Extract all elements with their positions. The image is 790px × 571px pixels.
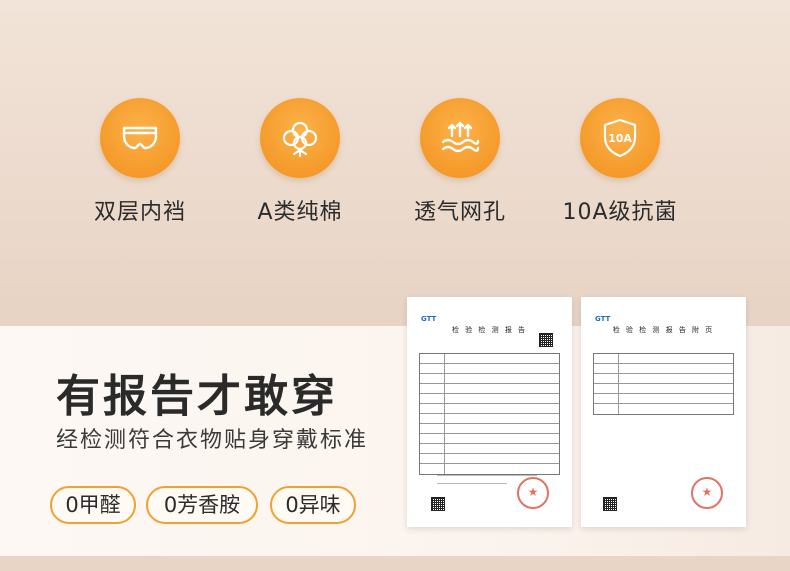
badge-zero-formaldehyde: 0甲醛	[50, 486, 136, 524]
report-table	[419, 353, 560, 475]
feature-label: 双层内裆	[93, 200, 186, 225]
breathable-waves-icon	[420, 98, 500, 178]
double-layer-briefs-icon	[100, 98, 180, 178]
cotton-icon	[260, 98, 340, 178]
report-table	[593, 353, 734, 415]
feature-cotton: A类纯棉	[220, 98, 380, 238]
official-seal-icon	[691, 477, 723, 509]
feature-row: 双层内裆 A类纯棉 透气网孔 10A 10A级抗菌	[60, 98, 740, 238]
feature-double-layer: 双层内裆	[60, 98, 220, 238]
test-report-appendix-document: GTT 检 验 检 测 报 告 附 页	[581, 297, 746, 527]
page-title: 有报告才敢穿	[56, 371, 338, 422]
badge-zero-odor: 0异味	[270, 486, 356, 524]
feature-antibacterial: 10A 10A级抗菌	[540, 98, 700, 238]
badge-zero-aromatic-amine: 0芳香胺	[146, 486, 258, 524]
qr-code-icon	[603, 497, 617, 511]
feature-label: A类纯棉	[257, 200, 343, 225]
page-subtitle: 经检测符合衣物贴身穿戴标准	[56, 428, 369, 453]
feature-breathable: 透气网孔	[380, 98, 540, 238]
antibacterial-icon-text: 10A	[608, 132, 632, 145]
official-seal-icon	[517, 477, 549, 509]
qr-code-icon	[431, 497, 445, 511]
qr-code-icon	[539, 333, 553, 347]
report-logo: GTT	[595, 315, 611, 323]
report-logo: GTT	[421, 315, 437, 323]
test-report-document: GTT 检 验 检 测 报 告	[407, 297, 572, 527]
feature-label: 透气网孔	[413, 200, 506, 225]
feature-label: 10A级抗菌	[562, 200, 678, 225]
antibacterial-10a-icon: 10A	[580, 98, 660, 178]
report-title: 检 验 检 测 报 告 附 页	[612, 326, 715, 334]
